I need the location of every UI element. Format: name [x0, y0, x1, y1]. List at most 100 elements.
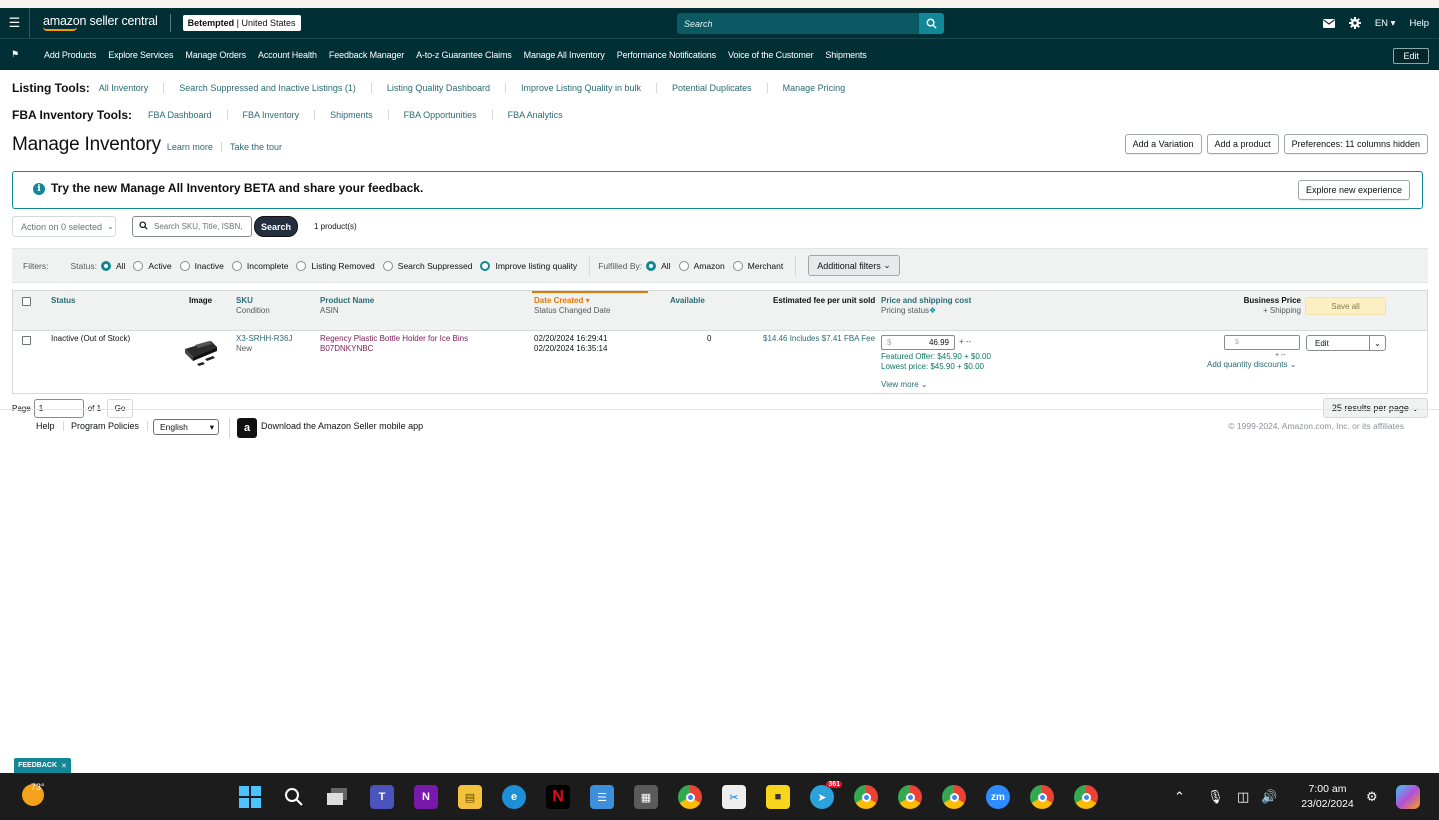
nav-add-products[interactable]: Add Products [44, 50, 96, 60]
add-quantity-discounts-link[interactable]: Add quantity discounts ⌄ [1207, 360, 1296, 370]
nav-feedback-manager[interactable]: Feedback Manager [329, 50, 404, 60]
nav-shipments[interactable]: Shipments [825, 50, 866, 60]
nav-edit-button[interactable]: Edit [1393, 48, 1429, 64]
col-available[interactable]: Available [670, 296, 705, 306]
fulfilled-option-all[interactable]: All [642, 260, 671, 271]
status-option-active[interactable]: Active [129, 260, 172, 271]
file-explorer-icon[interactable]: ▤ [458, 785, 482, 809]
link-all-inventory[interactable]: All Inventory [99, 83, 165, 93]
col-status[interactable]: Status [51, 296, 75, 306]
link-search-suppressed[interactable]: Search Suppressed and Inactive Listings … [164, 83, 372, 93]
col-price[interactable]: Price and shipping cost Pricing status❖ [881, 296, 971, 316]
link-fba-shipments[interactable]: Shipments [315, 110, 389, 120]
add-variation-button[interactable]: Add a Variation [1124, 134, 1202, 154]
notifications-icon[interactable]: ⚙ [1366, 773, 1378, 820]
link-manage-pricing[interactable]: Manage Pricing [768, 83, 861, 93]
status-option-all[interactable]: All [97, 260, 125, 271]
show-hidden-icons[interactable]: ⌃ [1174, 773, 1185, 820]
global-search-button[interactable] [919, 13, 944, 34]
netflix-icon[interactable]: N [546, 785, 570, 809]
row-edit-button[interactable]: Edit [1307, 336, 1370, 350]
status-option-incomplete[interactable]: Incomplete [228, 260, 288, 271]
row-fee[interactable]: $14.46 Includes $7.41 FBA Fee [763, 334, 875, 344]
link-listing-quality-dashboard[interactable]: Listing Quality Dashboard [372, 83, 506, 93]
status-option-inactive[interactable]: Inactive [176, 260, 224, 271]
mail-icon[interactable] [1322, 18, 1335, 28]
nav-manage-all-inventory[interactable]: Manage All Inventory [524, 50, 605, 60]
take-tour-link[interactable]: Take the tour [230, 142, 282, 152]
product-thumbnail[interactable] [181, 337, 221, 371]
chrome-profile-icon[interactable] [942, 785, 966, 809]
link-fba-dashboard[interactable]: FBA Dashboard [148, 110, 228, 120]
gear-icon[interactable] [1348, 17, 1361, 29]
onenote-icon[interactable]: N [414, 785, 438, 809]
chevron-down-icon[interactable]: ⌄ [1370, 336, 1385, 350]
row-sku[interactable]: X3-SRHH-R36J New [236, 334, 292, 354]
link-fba-analytics[interactable]: FBA Analytics [493, 110, 578, 120]
search-icon[interactable] [282, 785, 306, 809]
fulfilled-option-merchant[interactable]: Merchant [729, 260, 783, 271]
add-product-button[interactable]: Add a product [1206, 134, 1279, 154]
nav-performance-notifications[interactable]: Performance Notifications [617, 50, 716, 60]
notepad-icon[interactable]: ☰ [590, 785, 614, 809]
status-option-search-suppressed[interactable]: Search Suppressed [379, 260, 472, 271]
nav-a-to-z-claims[interactable]: A-to-z Guarantee Claims [416, 50, 512, 60]
close-icon[interactable]: ✕ [61, 762, 67, 770]
telegram-icon[interactable]: ➤ 361 [810, 781, 842, 809]
link-fba-opportunities[interactable]: FBA Opportunities [389, 110, 493, 120]
page-number-input[interactable]: 1 [33, 398, 84, 418]
bookmark-icon[interactable]: ⚑ [0, 49, 30, 60]
language-selector[interactable]: EN ▾ [1375, 18, 1396, 29]
save-all-button[interactable]: Save all [1305, 297, 1386, 315]
bulk-action-dropdown[interactable]: Action on 0 selected ⌄ [12, 216, 116, 237]
status-option-listing-removed[interactable]: Listing Removed [292, 260, 375, 271]
footer-policies-link[interactable]: Program Policies [71, 421, 149, 431]
microphone-icon[interactable]: 🎙 [1207, 773, 1224, 820]
col-sku[interactable]: SKU Condition [236, 296, 270, 316]
download-app-link[interactable]: Download the Amazon Seller mobile app [261, 421, 423, 431]
inventory-search-button[interactable]: Search [254, 216, 298, 237]
footer-help-link[interactable]: Help [36, 421, 64, 431]
view-more-link[interactable]: View more ⌄ [881, 380, 928, 390]
link-improve-listing-quality[interactable]: Improve Listing Quality in bulk [506, 83, 658, 93]
chrome-profile-icon[interactable] [854, 785, 878, 809]
nav-explore-services[interactable]: Explore Services [108, 50, 173, 60]
price-input[interactable]: $ 46.99 [881, 335, 955, 350]
chrome-profile-icon[interactable] [1074, 785, 1098, 809]
link-potential-duplicates[interactable]: Potential Duplicates [657, 83, 768, 93]
global-search-input[interactable]: Search [677, 13, 919, 34]
chrome-icon[interactable] [678, 785, 702, 809]
info-icon[interactable]: ❖ [929, 306, 936, 315]
nav-account-health[interactable]: Account Health [258, 50, 317, 60]
edge-icon[interactable]: e [502, 785, 526, 809]
chrome-profile-icon[interactable] [898, 785, 922, 809]
explore-new-experience-button[interactable]: Explore new experience [1297, 180, 1410, 200]
col-date-created[interactable]: Date Created ▾ Status Changed Date [534, 296, 611, 316]
task-view-icon[interactable] [326, 785, 350, 809]
inventory-search-input[interactable]: Search SKU, Title, ISBN, [132, 216, 252, 237]
chrome-profile-icon[interactable] [1030, 785, 1054, 809]
link-fba-inventory[interactable]: FBA Inventory [228, 110, 316, 120]
footer-language-select[interactable]: English ▾ [153, 419, 219, 435]
preferences-button[interactable]: Preferences: 11 columns hidden [1283, 134, 1428, 154]
zoom-icon[interactable]: zm [986, 785, 1010, 809]
windows-start-icon[interactable] [238, 785, 262, 809]
nav-manage-orders[interactable]: Manage Orders [185, 50, 246, 60]
fulfilled-option-amazon[interactable]: Amazon [675, 260, 725, 271]
snipping-tool-icon[interactable]: ✂ [722, 785, 746, 809]
go-button[interactable]: Go [107, 398, 134, 418]
additional-filters-button[interactable]: Additional filters ⌄ [808, 255, 900, 276]
results-per-page-dropdown[interactable]: 25 results per page ⌄ [1322, 398, 1428, 418]
seller-central-logo[interactable]: amazon seller central [43, 15, 158, 31]
sticky-notes-icon[interactable]: ■ [766, 785, 790, 809]
system-clock[interactable]: 7:00 am 23/02/2024 [1290, 782, 1365, 812]
col-product-name[interactable]: Product Name ASIN [320, 296, 374, 316]
help-link[interactable]: Help [1409, 18, 1429, 29]
status-option-improve-quality[interactable]: Improve listing quality [476, 260, 577, 271]
select-all-checkbox[interactable] [22, 297, 31, 306]
store-selector[interactable]: Betempted | United States [182, 15, 301, 31]
menu-icon[interactable]: ☰ [0, 8, 30, 38]
calculator-icon[interactable]: ▦ [634, 785, 658, 809]
teams-icon[interactable]: T [370, 785, 394, 809]
nav-voice-of-customer[interactable]: Voice of the Customer [728, 50, 814, 60]
